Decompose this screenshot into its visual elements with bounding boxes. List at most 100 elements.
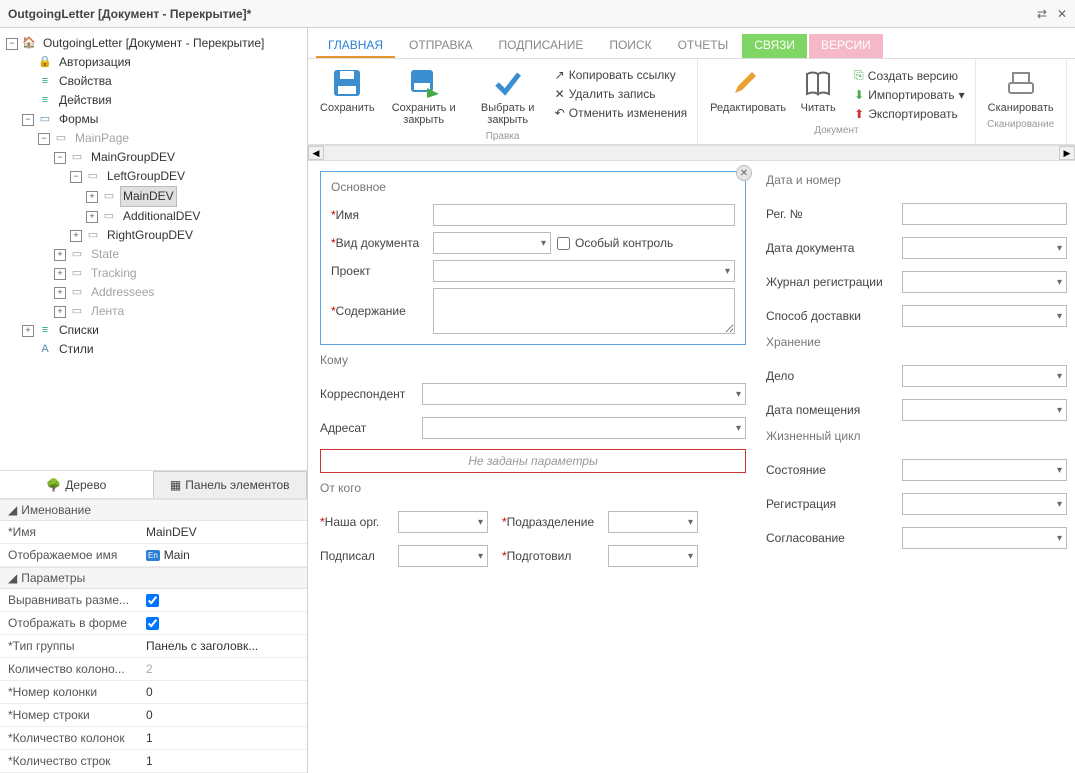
tree-leftgroup[interactable]: LeftGroupDEV xyxy=(104,167,188,186)
tab-send[interactable]: ОТПРАВКА xyxy=(397,34,485,58)
tree-toggle[interactable]: − xyxy=(38,133,50,145)
dropdown-doctype[interactable] xyxy=(433,232,551,254)
dropdown-signed[interactable] xyxy=(398,545,488,567)
tree-toggle[interactable]: + xyxy=(54,268,66,280)
close-icon[interactable]: ✕ xyxy=(1057,7,1067,21)
copy-link-button[interactable]: ↗Копировать ссылку xyxy=(553,67,690,83)
tree-toggle[interactable]: − xyxy=(22,114,34,126)
scroll-right-icon[interactable]: ▶ xyxy=(1059,146,1075,160)
dropdown-registration[interactable] xyxy=(902,493,1067,515)
dropdown-delivery[interactable] xyxy=(902,305,1067,327)
export-button[interactable]: ⬆Экспортировать xyxy=(852,106,967,122)
dropdown-addressee[interactable] xyxy=(422,417,746,439)
tree-toggle[interactable]: + xyxy=(86,211,98,223)
tree-root[interactable]: OutgoingLetter [Документ - Перекрытие] xyxy=(40,34,267,53)
tab-main[interactable]: ГЛАВНАЯ xyxy=(316,34,395,58)
group-whom-header: Кому xyxy=(320,351,746,371)
dropdown-journal[interactable] xyxy=(902,271,1067,293)
tree-toggle[interactable]: + xyxy=(70,230,82,242)
tree-styles[interactable]: Стили xyxy=(56,340,97,359)
dropdown-status[interactable] xyxy=(902,459,1067,481)
textarea-content[interactable] xyxy=(433,288,735,334)
input-name[interactable] xyxy=(433,204,735,226)
edit-button[interactable]: Редактировать xyxy=(706,65,784,116)
chevron-down-icon: ◢ xyxy=(8,571,17,585)
tree-toggle[interactable]: − xyxy=(54,152,66,164)
prop-rownum-value[interactable]: 0 xyxy=(140,704,307,726)
dropdown-docdate[interactable] xyxy=(902,237,1067,259)
label-doctype: Вид документа xyxy=(331,236,427,250)
tab-versions[interactable]: ВЕРСИИ xyxy=(809,34,883,58)
prop-showform-checkbox[interactable] xyxy=(146,617,159,630)
prop-grouptype-value[interactable]: Панель с заголовк... xyxy=(140,635,307,657)
prop-colcount-value[interactable]: 1 xyxy=(140,727,307,749)
tree-toggle[interactable]: + xyxy=(54,306,66,318)
tree-mainpage[interactable]: MainPage xyxy=(72,129,132,148)
prop-align-checkbox[interactable] xyxy=(146,594,159,607)
prop-colcount0-value[interactable]: 2 xyxy=(140,658,307,680)
delete-button[interactable]: ✕Удалить запись xyxy=(553,86,690,102)
scan-button[interactable]: Сканировать xyxy=(984,65,1058,116)
prop-name-value[interactable]: MainDEV xyxy=(140,521,307,543)
dropdown-placed-date[interactable] xyxy=(902,399,1067,421)
dropdown-department[interactable] xyxy=(608,511,698,533)
minimize-icon[interactable]: ⇄ xyxy=(1037,7,1047,21)
dropdown-case[interactable] xyxy=(902,365,1067,387)
tree-toggle[interactable]: + xyxy=(54,249,66,261)
label-delivery: Способ доставки xyxy=(766,309,896,323)
save-button[interactable]: Сохранить xyxy=(316,65,379,116)
save-close-button[interactable]: Сохранить и закрыть xyxy=(385,65,463,128)
scroll-left-icon[interactable]: ◀ xyxy=(308,146,324,160)
tree-rightgroup[interactable]: RightGroupDEV xyxy=(104,226,196,245)
tab-sign[interactable]: ПОДПИСАНИЕ xyxy=(487,34,596,58)
read-button[interactable]: Читать xyxy=(790,65,846,116)
tree-tracking[interactable]: Tracking xyxy=(88,264,140,283)
ribbon: Сохранить Сохранить и закрыть Выбрать и … xyxy=(308,58,1075,145)
tree-toggle[interactable]: + xyxy=(22,325,34,337)
prop-display-value[interactable]: EnMain xyxy=(140,544,307,566)
tree-toggle[interactable]: − xyxy=(70,171,82,183)
close-selection-icon[interactable]: ✕ xyxy=(736,165,752,181)
tree-additionaldev[interactable]: AdditionalDEV xyxy=(120,207,203,226)
prop-colnum-label: *Номер колонки xyxy=(0,681,140,703)
tree-lists[interactable]: Списки xyxy=(56,321,102,340)
tree-toggle[interactable]: + xyxy=(54,287,66,299)
tab-elements-panel[interactable]: ▦Панель элементов xyxy=(153,471,308,498)
tree-toggle[interactable]: + xyxy=(86,191,98,203)
import-icon: ⬇ xyxy=(854,88,864,102)
create-version-button[interactable]: ⎘Создать версию xyxy=(852,67,967,84)
section-naming[interactable]: ◢Именование xyxy=(0,499,307,521)
tree-toggle[interactable]: − xyxy=(6,38,18,50)
dropdown-correspondent[interactable] xyxy=(422,383,746,405)
undo-button[interactable]: ↶Отменить изменения xyxy=(553,105,690,121)
tree-props[interactable]: Свойства xyxy=(56,72,115,91)
tree-actions[interactable]: Действия xyxy=(56,91,115,110)
tree-maindev-selected[interactable]: MainDEV xyxy=(120,186,177,207)
tree-state[interactable]: State xyxy=(88,245,122,264)
tree-auth[interactable]: Авторизация xyxy=(56,53,134,72)
tab-search[interactable]: ПОИСК xyxy=(597,34,663,58)
prop-colnum-value[interactable]: 0 xyxy=(140,681,307,703)
tab-links[interactable]: СВЯЗИ xyxy=(742,34,807,58)
checkbox-special-control[interactable] xyxy=(557,237,570,250)
group-icon: ▭ xyxy=(69,150,85,166)
tree-maingroup[interactable]: MainGroupDEV xyxy=(88,148,178,167)
dropdown-agreement[interactable] xyxy=(902,527,1067,549)
dropdown-our-org[interactable] xyxy=(398,511,488,533)
section-params[interactable]: ◢Параметры xyxy=(0,567,307,589)
tab-tree[interactable]: 🌳Дерево xyxy=(0,471,153,498)
prop-rowcount-value[interactable]: 1 xyxy=(140,750,307,772)
tree-icon: 🌳 xyxy=(46,478,61,492)
select-close-button[interactable]: Выбрать и закрыть xyxy=(469,65,547,128)
import-button[interactable]: ⬇Импортировать▾ xyxy=(852,87,967,103)
tree-forms[interactable]: Формы xyxy=(56,110,101,129)
tree-addressees[interactable]: Addressees xyxy=(88,283,157,302)
selected-group-box[interactable]: ✕ Основное Имя Вид документа Особый конт… xyxy=(320,171,746,345)
tab-reports[interactable]: ОТЧЕТЫ xyxy=(666,34,741,58)
tree-lenta[interactable]: Лента xyxy=(88,302,127,321)
horizontal-scrollbar[interactable]: ◀ ▶ xyxy=(308,145,1075,161)
dropdown-prepared[interactable] xyxy=(608,545,698,567)
input-regno[interactable] xyxy=(902,203,1067,225)
tab-strip: ГЛАВНАЯ ОТПРАВКА ПОДПИСАНИЕ ПОИСК ОТЧЕТЫ… xyxy=(308,28,1075,58)
dropdown-project[interactable] xyxy=(433,260,735,282)
